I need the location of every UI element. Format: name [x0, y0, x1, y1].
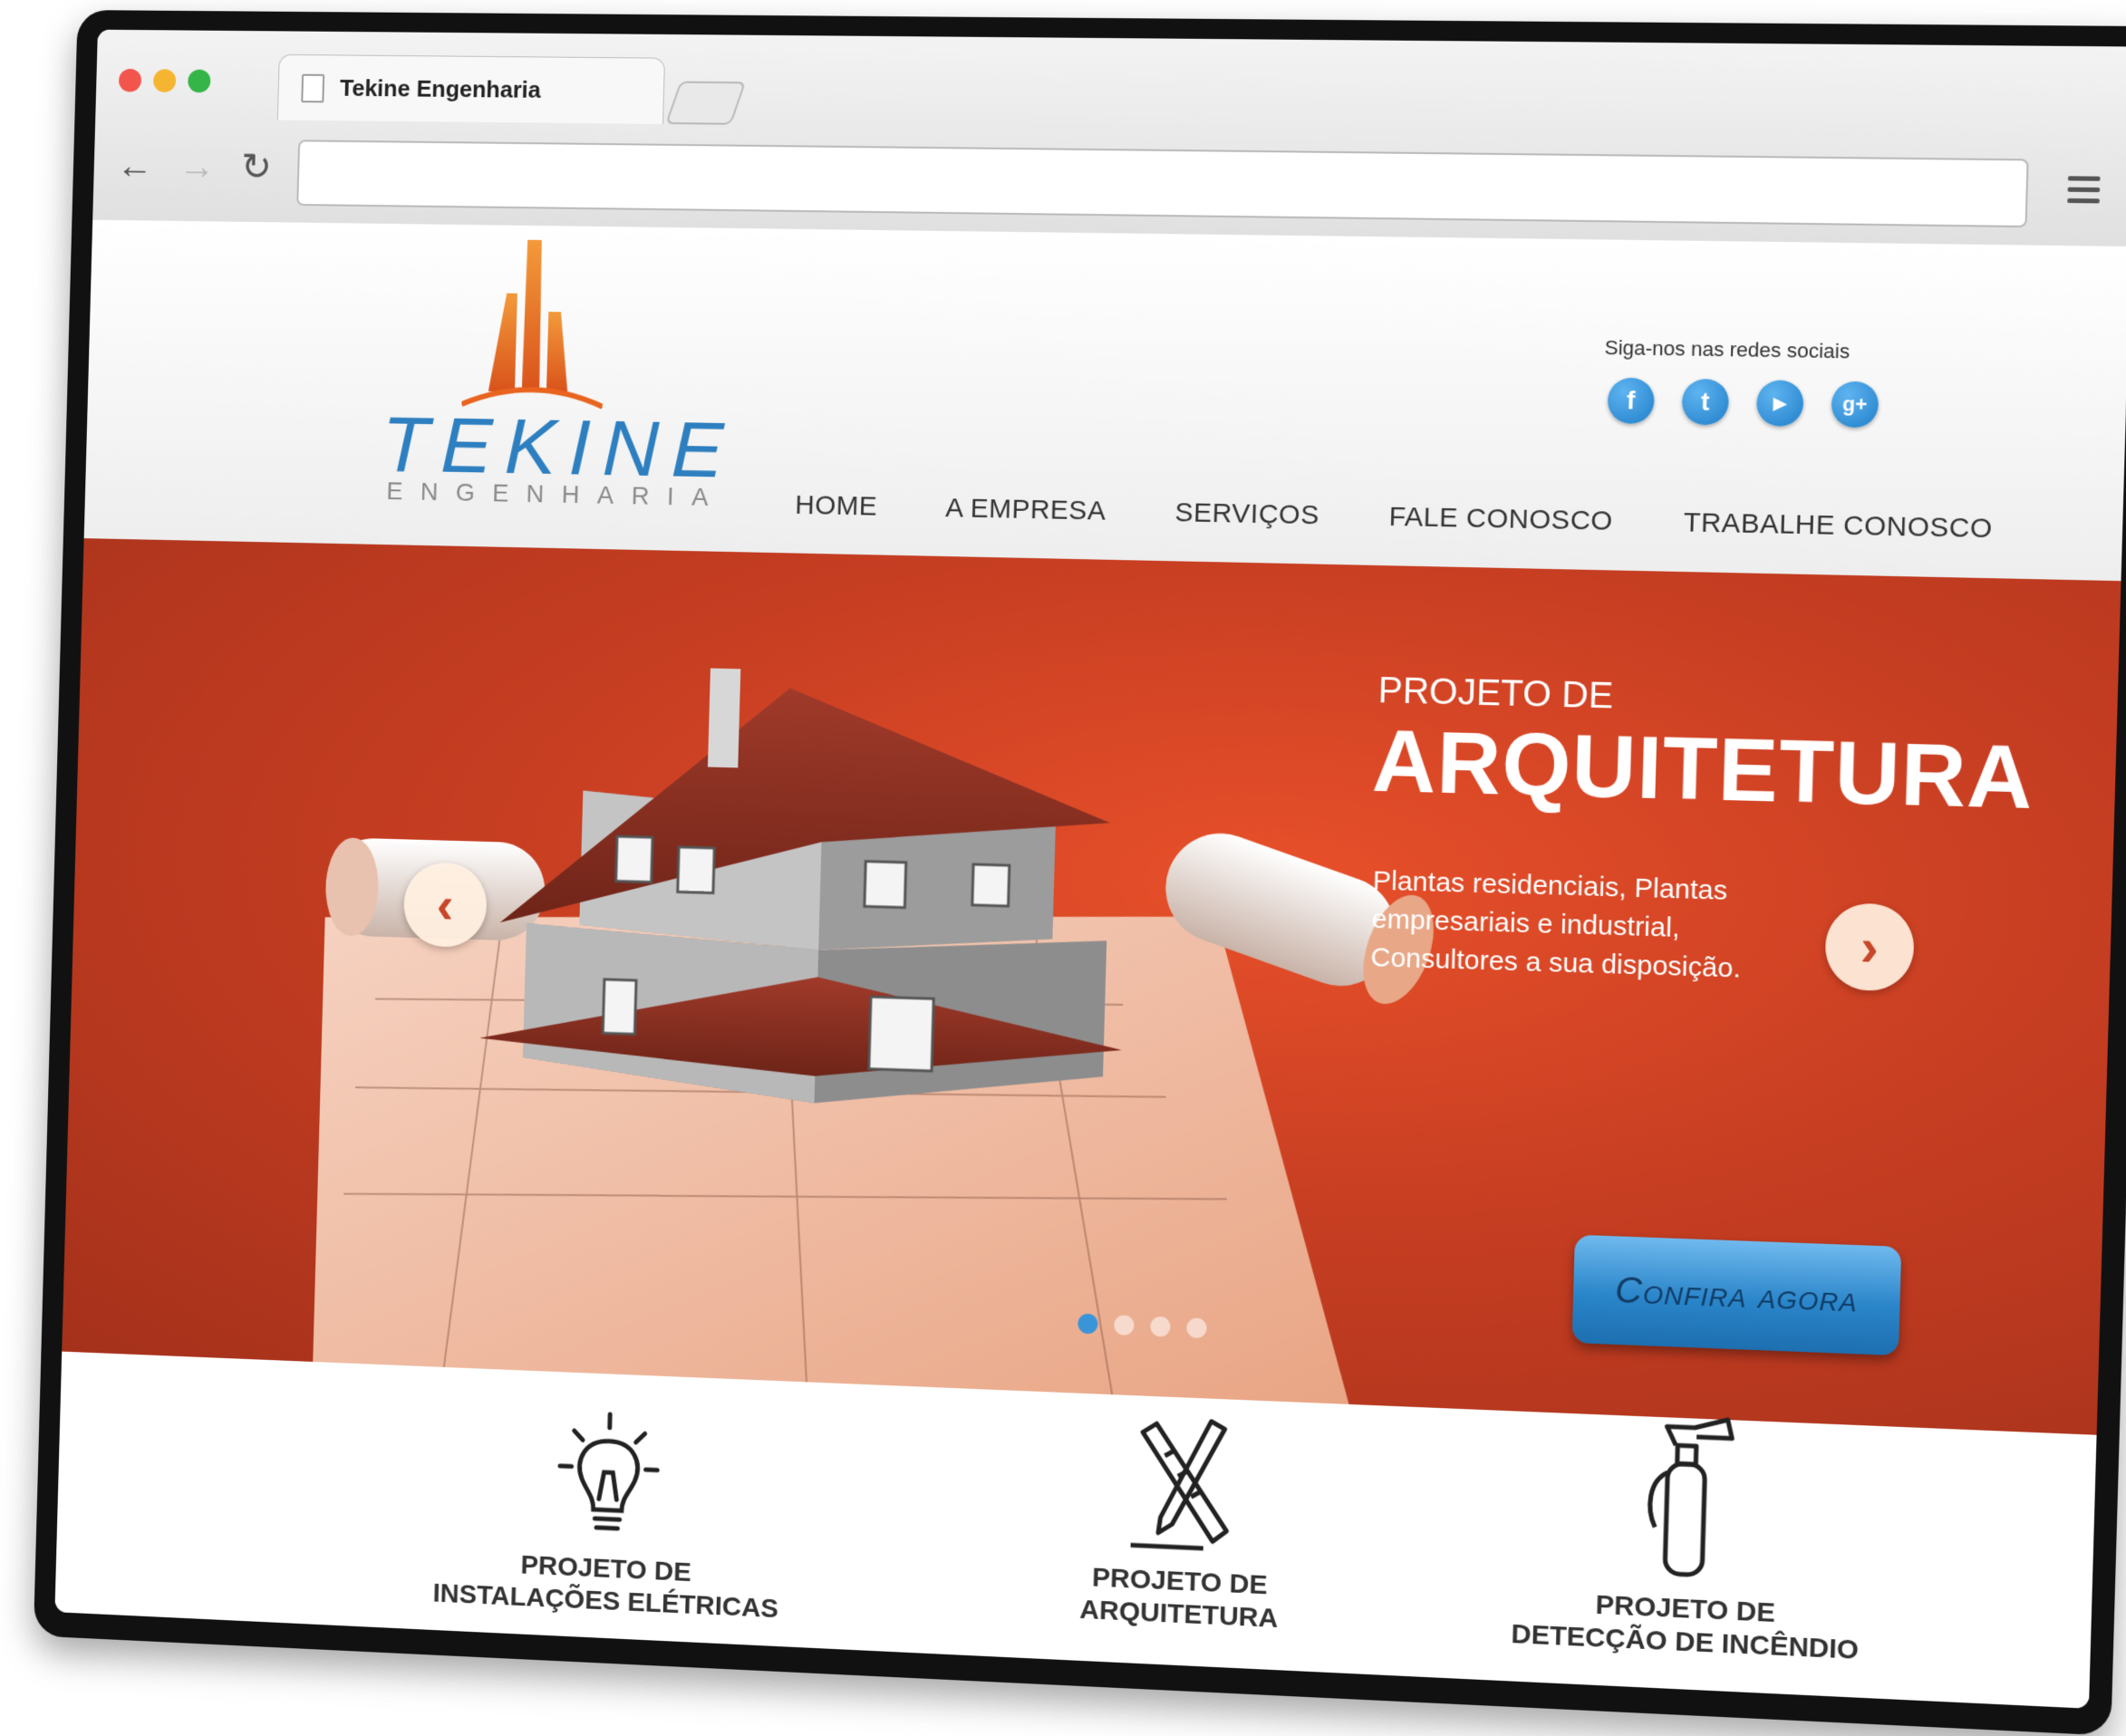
address-bar[interactable] — [296, 140, 2028, 227]
browser-frame: Tekine Engenharia ← → ↻ — [34, 10, 2126, 1736]
browser-window: Tekine Engenharia ← → ↻ — [54, 30, 2126, 1709]
window-controls — [119, 69, 211, 92]
forward-arrow-icon[interactable]: → — [179, 148, 216, 186]
site-header: TEKINE ENGENHARIA Siga-nos nas redes soc… — [84, 220, 2126, 582]
social-label: Siga-nos nas redes sociais — [1604, 336, 1850, 364]
main-nav: HOME A EMPRESA SERVIÇOS FALE CONOSCO TRA… — [795, 490, 1993, 545]
confira-agora-button[interactable]: Confira agora — [1572, 1235, 1902, 1356]
logo-mark — [461, 239, 607, 411]
hero-slider: PROJETO DE ARQUITETURA Plantas residenci… — [62, 538, 2121, 1435]
youtube-icon[interactable]: ▶ — [1756, 380, 1804, 427]
nav-a-empresa[interactable]: A EMPRESA — [945, 493, 1106, 526]
service-instalacoes-eletricas[interactable]: PROJETO DE INSTALAÇÕES ELÉTRICAS — [420, 1402, 797, 1625]
service-deteccao-incendio[interactable]: PROJETO DE DETECÇÃO DE INCÊNDIO — [1480, 1401, 1897, 1669]
facebook-icon[interactable]: f — [1607, 378, 1655, 425]
browser-chrome: Tekine Engenharia ← → ↻ — [92, 30, 2126, 247]
slide-dot-4[interactable] — [1186, 1317, 1207, 1338]
nav-home[interactable]: HOME — [795, 490, 878, 523]
page-icon — [301, 73, 324, 102]
slider-next-button[interactable]: › — [1824, 902, 1915, 992]
back-arrow-icon[interactable]: ← — [116, 147, 153, 185]
fire-extinguisher-icon — [1635, 1407, 1742, 1587]
reload-icon[interactable]: ↻ — [241, 148, 273, 186]
nav-fale-conosco[interactable]: FALE CONOSCO — [1388, 502, 1613, 537]
hero-description: Plantas residenciais, Plantas empresaria… — [1370, 862, 1762, 989]
logo[interactable]: TEKINE ENGENHARIA — [375, 238, 673, 520]
browser-tab[interactable]: Tekine Engenharia — [277, 54, 665, 124]
service-arquitetura[interactable]: PROJETO DE ARQUITETURA — [1015, 1404, 1348, 1638]
hero-title: ARQUITETURA — [1371, 711, 2035, 829]
slide-dot-2[interactable] — [1114, 1315, 1135, 1336]
slide-dot-3[interactable] — [1150, 1316, 1171, 1337]
hamburger-menu-icon[interactable] — [2067, 176, 2100, 203]
minimize-window-button[interactable] — [153, 69, 177, 92]
logo-subtitle: ENGENHARIA — [386, 477, 726, 512]
nav-trabalhe-conosco[interactable]: TRABALHE CONOSCO — [1683, 507, 1993, 545]
navigation-buttons: ← → ↻ — [116, 147, 272, 186]
googleplus-icon[interactable]: g+ — [1831, 381, 1879, 429]
twitter-icon[interactable]: t — [1681, 379, 1729, 426]
new-tab-button[interactable] — [665, 82, 746, 125]
hero-kicker: PROJETO DE — [1377, 670, 1614, 718]
slide-dot-1[interactable] — [1077, 1314, 1098, 1335]
social-links: f t ▶ g+ — [1607, 378, 1879, 429]
tab-title: Tekine Engenharia — [340, 74, 542, 104]
maximize-window-button[interactable] — [188, 70, 211, 93]
nav-servicos[interactable]: SERVIÇOS — [1174, 497, 1319, 531]
pencil-ruler-icon — [1121, 1409, 1243, 1559]
close-window-button[interactable] — [119, 69, 141, 92]
lightbulb-icon — [554, 1408, 663, 1547]
